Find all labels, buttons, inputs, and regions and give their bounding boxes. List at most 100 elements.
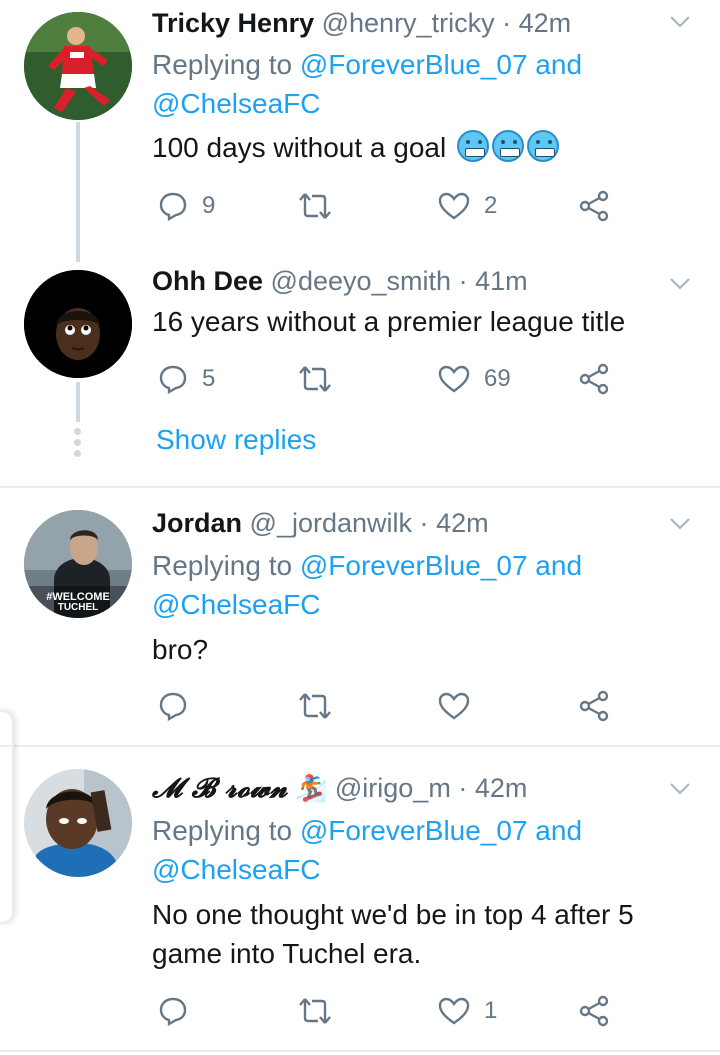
heart-icon xyxy=(438,365,470,393)
avatar[interactable]: #WELCOME TUCHEL xyxy=(24,510,132,618)
like-count: 1 xyxy=(484,997,498,1024)
like-count: 69 xyxy=(484,365,511,392)
edge-handle[interactable] xyxy=(0,710,14,924)
tweet-text: 100 days without a goal xyxy=(152,128,559,167)
tweet-text-content: bro? xyxy=(152,634,209,665)
author-name[interactable]: Ohh Dee xyxy=(152,266,263,296)
share-button[interactable] xyxy=(578,359,610,399)
avatar[interactable] xyxy=(24,270,132,378)
reply-icon xyxy=(159,192,187,221)
author-handle[interactable]: @irigo_m xyxy=(335,773,451,803)
mention-link[interactable]: @ChelseaFC xyxy=(152,589,320,620)
tweet-actions: 1 xyxy=(152,991,632,1031)
timestamp[interactable]: 42m xyxy=(436,508,489,538)
tweet-text-line: No one thought we'd be in top 4 after 5 xyxy=(152,899,634,930)
author-name[interactable]: 𝓜 𝓑 𝓻𝓸𝔀𝓷 xyxy=(152,773,287,804)
tweet-3[interactable]: #WELCOME TUCHEL Jordan @_jordanwilk · 42… xyxy=(0,488,720,746)
like-button[interactable]: 2 xyxy=(438,186,497,226)
chevron-down-icon[interactable] xyxy=(668,10,692,34)
cold-face-icon xyxy=(492,130,524,162)
like-button[interactable]: 1 xyxy=(438,991,497,1031)
tweet-actions xyxy=(152,686,632,726)
share-icon xyxy=(579,363,609,395)
mention-and: and xyxy=(527,49,583,80)
share-button[interactable] xyxy=(578,686,610,726)
heart-icon xyxy=(438,192,470,220)
timestamp[interactable]: 41m xyxy=(475,266,528,296)
tweet-header: Ohh Dee @deeyo_smith · 41m xyxy=(152,264,528,298)
chevron-down-icon[interactable] xyxy=(668,512,692,536)
reply-icon xyxy=(159,365,187,394)
reply-icon xyxy=(159,692,187,721)
show-replies-link[interactable]: Show replies xyxy=(156,424,316,456)
reply-button[interactable]: 9 xyxy=(158,186,215,226)
tweet-text: bro? xyxy=(152,630,208,669)
mention-link[interactable]: @ChelseaFC xyxy=(152,88,320,119)
snowboarder-icon: 🏂 xyxy=(294,773,328,803)
timestamp[interactable]: 42m xyxy=(519,8,572,38)
retweet-button[interactable] xyxy=(298,991,346,1031)
replying-to: Replying to @ForeverBlue_07 and @Chelsea… xyxy=(152,45,672,123)
like-button[interactable] xyxy=(438,686,484,726)
tweet-header: 𝓜 𝓑 𝓻𝓸𝔀𝓷 🏂 @irigo_m · 42m xyxy=(152,771,527,806)
reply-count: 9 xyxy=(202,192,216,219)
share-icon xyxy=(579,690,609,722)
replying-to: Replying to @ForeverBlue_07 and @Chelsea… xyxy=(152,546,672,624)
tweet-header: Tricky Henry @henry_tricky · 42m xyxy=(152,6,571,40)
share-button[interactable] xyxy=(578,186,610,226)
mention-link[interactable]: @ForeverBlue_07 xyxy=(300,550,528,581)
mention-and: and xyxy=(527,815,583,846)
share-icon xyxy=(579,190,609,222)
replying-prefix: Replying to xyxy=(152,815,300,846)
timestamp[interactable]: 42m xyxy=(475,773,528,803)
reply-icon xyxy=(159,997,187,1026)
author-name[interactable]: Jordan xyxy=(152,508,242,538)
avatar[interactable] xyxy=(24,769,132,877)
separator-dot: · xyxy=(458,773,468,803)
author-handle[interactable]: @_jordanwilk xyxy=(250,508,412,538)
author-handle[interactable]: @henry_tricky xyxy=(322,8,495,38)
tweet-actions: 9 2 xyxy=(152,186,632,226)
mention-link[interactable]: @ForeverBlue_07 xyxy=(300,49,528,80)
retweet-icon xyxy=(299,366,331,392)
tweet-text-content: 16 years without a premier league title xyxy=(152,306,626,337)
divider xyxy=(0,1050,720,1052)
cold-face-icon xyxy=(527,130,559,162)
share-button[interactable] xyxy=(578,991,610,1031)
share-icon xyxy=(579,995,609,1027)
mention-and: and xyxy=(527,550,583,581)
reply-button[interactable] xyxy=(158,686,202,726)
retweet-button[interactable] xyxy=(298,359,346,399)
separator-dot: · xyxy=(458,266,468,296)
tweet-actions: 5 69 xyxy=(152,359,632,399)
like-count: 2 xyxy=(484,192,498,219)
tweet-text-content: 100 days without a goal xyxy=(152,132,447,163)
chevron-down-icon[interactable] xyxy=(668,272,692,296)
retweet-icon xyxy=(299,998,331,1024)
reply-button[interactable] xyxy=(158,991,202,1031)
retweet-icon xyxy=(299,693,331,719)
replying-prefix: Replying to xyxy=(152,49,300,80)
retweet-icon xyxy=(299,193,331,219)
chevron-down-icon[interactable] xyxy=(668,777,692,801)
heart-icon xyxy=(438,692,470,720)
tweet-header: Jordan @_jordanwilk · 42m xyxy=(152,506,489,540)
author-name[interactable]: Tricky Henry xyxy=(152,8,314,38)
tweet-text: No one thought we'd be in top 4 after 5 … xyxy=(152,895,634,973)
tweet-1[interactable]: Tricky Henry @henry_tricky · 42m Replyin… xyxy=(0,0,720,250)
tweet-4[interactable]: 𝓜 𝓑 𝓻𝓸𝔀𝓷 🏂 @irigo_m · 42m Replying to @F… xyxy=(0,747,720,1055)
separator-dot: · xyxy=(502,8,512,38)
heart-icon xyxy=(438,997,470,1025)
avatar[interactable] xyxy=(24,12,132,120)
tweet-2[interactable]: Ohh Dee @deeyo_smith · 41m 16 years with… xyxy=(0,250,720,486)
replying-prefix: Replying to xyxy=(152,550,300,581)
avatar-caption: TUCHEL xyxy=(58,602,99,613)
reply-button[interactable]: 5 xyxy=(158,359,215,399)
mention-link[interactable]: @ForeverBlue_07 xyxy=(300,815,528,846)
retweet-button[interactable] xyxy=(298,186,346,226)
reply-count: 5 xyxy=(202,365,216,392)
mention-link[interactable]: @ChelseaFC xyxy=(152,854,320,885)
retweet-button[interactable] xyxy=(298,686,346,726)
like-button[interactable]: 69 xyxy=(438,359,511,399)
author-handle[interactable]: @deeyo_smith xyxy=(271,266,452,296)
